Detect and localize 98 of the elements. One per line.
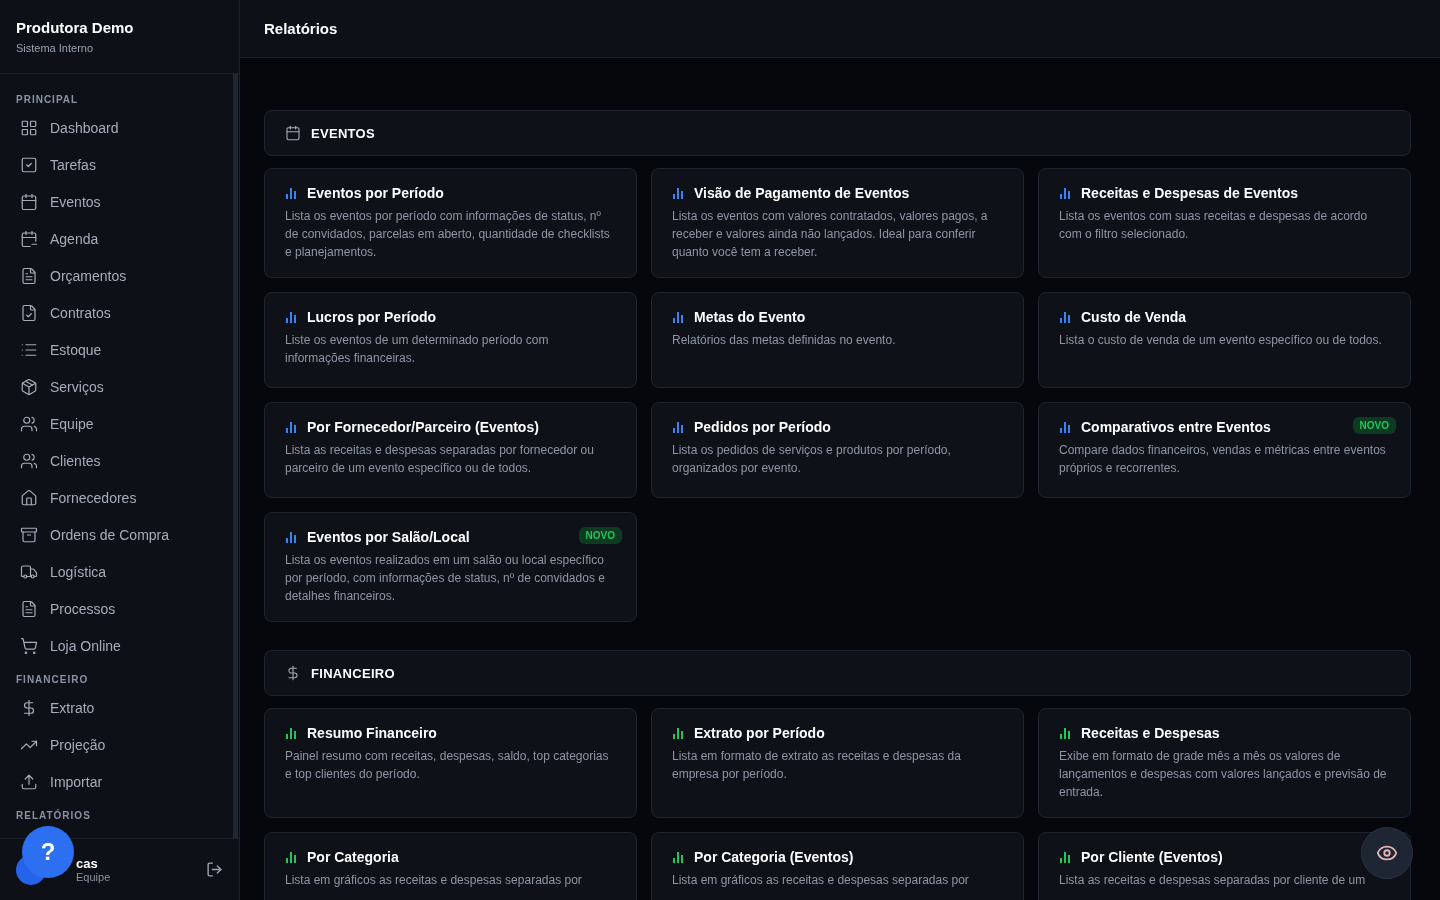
nav-item[interactable]: Equipe — [8, 405, 225, 442]
report-description: Lista os eventos realizados em um salão ou local específico por período, com informações de status, nº de convidados e detalhes financeiros. — [285, 552, 606, 605]
report-title: Visão de Pagamento de Eventos — [694, 185, 910, 201]
report-card[interactable]: Comparativos entre Eventos Compare dados financeiros, vendas e métricas entre eventos próprios e recorrentes. NOVO — [1038, 402, 1411, 498]
report-description: Lista os pedidos de serviços e produtos por período, organizados por evento. — [672, 442, 952, 477]
nav-item[interactable]: Estoque — [8, 331, 225, 368]
report-description: Lista os eventos por período com informações de status, nº de convidados, parcelas em aberto, quantidade de checklists e planejamentos. — [285, 208, 611, 261]
report-description: Lista as receitas e despesas separadas por cliente de um — [1059, 872, 1367, 889]
brand-title: Produtora Demo — [16, 19, 135, 36]
nav-item[interactable]: Fornecedores — [8, 479, 225, 516]
calendar-icon — [285, 125, 301, 141]
report-description: Compare dados financeiros, vendas e métricas entre eventos próprios e recorrentes. — [1059, 442, 1387, 477]
report-card[interactable]: Por Categoria (Eventos) Lista em gráficos as receitas e despesas separadas por — [651, 832, 1024, 900]
nav-item[interactable]: Dashboard — [8, 109, 225, 146]
nav-item[interactable]: Projeção — [8, 726, 225, 763]
report-card[interactable]: Visão de Pagamento de Eventos Lista os eventos com valores contratados, valores pagos, a receber e valores ainda não lançados. Ideal para conferir quanto você tem a receber. — [651, 168, 1024, 278]
report-title: Lucros por Período — [307, 309, 437, 325]
nav-item[interactable]: Contratos — [8, 294, 225, 331]
new-badge: NOVO — [578, 527, 622, 544]
report-title: Por Categoria (Eventos) — [694, 849, 854, 865]
section-title: FINANCEIRO — [311, 665, 395, 681]
nav-group-label: RELATÓRIOS — [15, 810, 92, 821]
report-title: Receitas e Despesas — [1081, 725, 1220, 741]
report-description: Painel resumo com receitas, despesas, saldo, top categorias e top clientes do período. — [285, 748, 610, 783]
user-name: cas — [76, 856, 99, 871]
nav-group-label: FINANCEIRO — [15, 674, 90, 685]
new-badge: NOVO — [1352, 417, 1396, 434]
report-card[interactable]: Eventos por Salão/Local Lista os eventos realizados em um salão ou local específico por período, com informações de status, nº de convidados e detalhes financeiros. NOVO — [264, 512, 637, 622]
report-card[interactable]: Por Categoria Lista em gráficos as receitas e despesas separadas por — [264, 832, 637, 900]
report-description: Lista os eventos com suas receitas e despesas de acordo com o filtro selecionado. — [1059, 208, 1369, 243]
report-card[interactable]: Custo de Venda Lista o custo de venda de um evento específico ou de todos. — [1038, 292, 1411, 388]
report-title: Por Categoria — [307, 849, 399, 865]
report-card[interactable]: Eventos por Período Lista os eventos por período com informações de status, nº de convidados, parcelas em aberto, quantidade de checklists e planejamentos. — [264, 168, 637, 278]
help-button[interactable]: ? — [22, 826, 74, 878]
report-card[interactable]: Por Fornecedor/Parceiro (Eventos) Lista as receitas e despesas separadas por fornecedor ou parceiro de um evento específico ou de todos. — [264, 402, 637, 498]
eye-button[interactable] — [1361, 827, 1413, 879]
brand-subtitle: Sistema Interno — [16, 42, 95, 54]
nav-group-label: PRINCIPAL — [15, 94, 80, 105]
report-card[interactable]: Resumo Financeiro Painel resumo com receitas, despesas, saldo, top categorias e top clientes do período. — [264, 708, 637, 818]
report-description: Liste os eventos de um determinado período com informações financeiras. — [285, 332, 550, 367]
report-title: Comparativos entre Eventos — [1081, 419, 1271, 435]
calendar-icon — [20, 192, 38, 211]
upload-icon — [20, 772, 38, 791]
grid-icon — [20, 118, 38, 137]
report-description: Exibe em formato de grade mês a mês os valores de lançamentos e despesas com valores lançados e previsão de entrada. — [1059, 748, 1388, 801]
house-icon — [20, 488, 38, 507]
users-icon — [20, 414, 38, 433]
nav-item[interactable]: Importar — [8, 763, 225, 800]
report-description: Lista o custo de venda de um evento específico ou de todos. — [1059, 332, 1383, 349]
report-title: Pedidos por Período — [694, 419, 831, 435]
document-check-icon — [20, 303, 38, 322]
report-title: Resumo Financeiro — [307, 725, 437, 741]
report-title: Eventos por Salão/Local — [307, 529, 470, 545]
report-description: Lista os eventos com valores contratados, valores pagos, a receber e valores ainda não lançados. Ideal para conferir quanto você tem a receber. — [672, 208, 989, 261]
cart-icon — [20, 636, 38, 655]
nav-item[interactable]: Eventos — [8, 183, 225, 220]
nav-item[interactable]: Logística — [8, 553, 225, 590]
archive-icon — [20, 525, 38, 544]
report-card[interactable]: Lucros por Período Liste os eventos de um determinado período com informações financeiras. — [264, 292, 637, 388]
document-icon — [20, 266, 38, 285]
nav-item[interactable]: Agenda — [8, 220, 225, 257]
report-card[interactable]: Receitas e Despesas de Eventos Lista os eventos com suas receitas e despesas de acordo com o filtro selecionado. — [1038, 168, 1411, 278]
report-card[interactable]: Metas do Evento Relatórios das metas definidas no evento. — [651, 292, 1024, 388]
document-icon — [20, 599, 38, 618]
dollar-icon — [285, 665, 301, 681]
logout-icon[interactable] — [206, 861, 223, 878]
users-icon — [20, 451, 38, 470]
nav-item[interactable]: Serviços — [8, 368, 225, 405]
user-role: Equipe — [76, 871, 112, 883]
nav-item[interactable]: Clientes — [8, 442, 225, 479]
nav-item[interactable]: Processos — [8, 590, 225, 627]
report-description: Lista em formato de extrato as receitas e despesas da empresa por período. — [672, 748, 962, 783]
report-title: Metas do Evento — [694, 309, 806, 325]
report-card[interactable]: Por Cliente (Eventos) Lista as receitas e despesas separadas por cliente de um — [1038, 832, 1411, 900]
section-title: EVENTOS — [311, 125, 375, 141]
report-card[interactable]: Pedidos por Período Lista os pedidos de serviços e produtos por período, organizados por evento. — [651, 402, 1024, 498]
report-title: Receitas e Despesas de Eventos — [1081, 185, 1299, 201]
report-title: Eventos por Período — [307, 185, 444, 201]
report-description: Lista as receitas e despesas separadas por fornecedor ou parceiro de um evento específico ou de todos. — [285, 442, 595, 477]
report-description: Relatórios das metas definidas no evento. — [672, 332, 897, 349]
truck-icon — [20, 562, 38, 581]
nav-item[interactable]: Tarefas — [8, 146, 225, 183]
nav-item[interactable]: Ordens de Compra — [8, 516, 225, 553]
report-title: Por Cliente (Eventos) — [1081, 849, 1223, 865]
report-title: Extrato por Período — [694, 725, 825, 741]
report-description: Lista em gráficos as receitas e despesas separadas por — [285, 872, 583, 889]
nav-item[interactable]: Orçamentos — [8, 257, 225, 294]
report-title: Por Fornecedor/Parceiro (Eventos) — [307, 419, 539, 435]
report-card[interactable]: Receitas e Despesas Exibe em formato de grade mês a mês os valores de lançamentos e despesas com valores lançados e previsão de entrada. — [1038, 708, 1411, 818]
nav-item[interactable]: Loja Online — [8, 627, 225, 664]
page-title: Relatórios — [264, 20, 338, 37]
report-card[interactable]: Extrato por Período Lista em formato de extrato as receitas e despesas da empresa por período. — [651, 708, 1024, 818]
calendar-icon — [20, 229, 38, 248]
box-icon — [20, 377, 38, 396]
report-title: Custo de Venda — [1081, 309, 1187, 325]
nav-item[interactable]: Extrato — [8, 689, 225, 726]
checkbox-icon — [20, 155, 38, 174]
report-description: Lista em gráficos as receitas e despesas separadas por — [672, 872, 970, 889]
